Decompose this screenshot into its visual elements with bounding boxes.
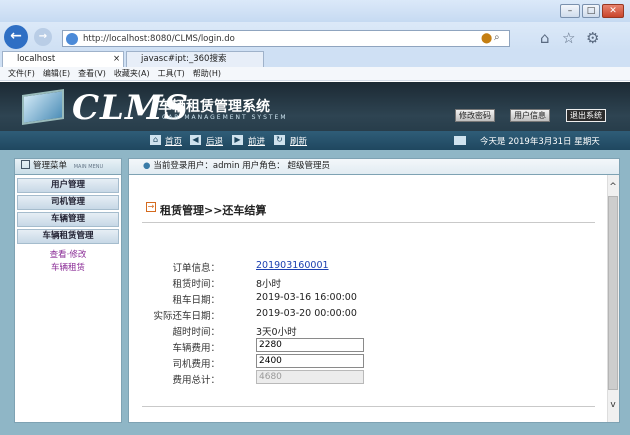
sidebar-title-en: MAIN MENU xyxy=(73,164,104,170)
back-nav-icon: ◀ xyxy=(190,135,201,145)
login-info-text: 当前登录用户：admin 用户角色： 超级管理员 xyxy=(153,161,330,171)
sidebar-item-driver-management[interactable]: 司机管理 xyxy=(17,195,119,210)
tab-close-icon[interactable]: × xyxy=(113,52,120,66)
url-input[interactable]: http://localhost:8080/CLMS/login.do ⬤ ⌕ xyxy=(62,30,510,47)
sidebar-title: 管理菜单 xyxy=(33,161,68,171)
menu-edit[interactable]: 编辑(E) xyxy=(43,69,70,78)
nav-refresh-link[interactable]: 刷新 xyxy=(290,135,307,147)
page-title: 租赁管理>>还车结算 xyxy=(160,204,267,217)
rent-time-value: 8小时 xyxy=(256,279,282,290)
minimize-button[interactable]: – xyxy=(560,4,580,18)
user-icon: ● xyxy=(143,161,151,171)
sidebar-link-view-edit[interactable]: 查看·修改 xyxy=(17,248,119,260)
arrow-box-icon: → xyxy=(146,202,156,212)
menu-favorites[interactable]: 收藏夹(A) xyxy=(114,69,150,78)
car-fee-label: 车辆费用： xyxy=(172,343,220,354)
menu-bar: 文件(F) 编辑(E) 查看(V) 收藏夹(A) 工具(T) 帮助(H) xyxy=(0,67,630,81)
forward-nav-icon: ▶ xyxy=(232,135,243,145)
back-icon[interactable]: ← xyxy=(4,25,28,49)
order-number-link[interactable]: 201903160001 xyxy=(256,260,329,271)
window-titlebar xyxy=(0,0,630,22)
sidebar-header: 管理菜单 MAIN MENU xyxy=(14,158,122,175)
tab-search[interactable]: javasc#ipt:_360搜索 xyxy=(126,51,264,67)
nav-back-link[interactable]: 后退 xyxy=(206,135,223,147)
divider-bottom xyxy=(142,406,595,407)
tab-label: localhost xyxy=(17,54,56,64)
nav-home-link[interactable]: 首页 xyxy=(165,135,182,147)
forward-icon[interactable]: → xyxy=(34,28,52,46)
driver-fee-input[interactable] xyxy=(256,354,364,368)
home-icon[interactable]: ⌂ xyxy=(540,29,550,47)
sidebar-link-car-rental[interactable]: 车辆租赁 xyxy=(17,261,119,273)
close-window-button[interactable]: ✕ xyxy=(602,4,624,18)
system-name: 车辆租赁管理系统 xyxy=(158,99,270,115)
system-name-english: CAR MANAGEMENT SYSTEM xyxy=(162,114,288,121)
rent-time-label: 租赁时间： xyxy=(172,279,220,290)
scroll-down-icon[interactable]: v xyxy=(608,400,618,410)
total-fee-input xyxy=(256,370,364,384)
sidebar-item-user-management[interactable]: 用户管理 xyxy=(17,178,119,193)
logout-button[interactable]: 退出系统 xyxy=(566,109,606,122)
scroll-thumb[interactable] xyxy=(608,196,618,390)
screen-icon xyxy=(454,136,466,145)
tab-localhost[interactable]: localhost × xyxy=(2,51,124,67)
search-icon[interactable]: ⌕ xyxy=(494,32,500,43)
order-label: 订单信息： xyxy=(172,263,220,274)
nav-forward-link[interactable]: 前进 xyxy=(248,135,265,147)
login-info-bar: ● 当前登录用户：admin 用户角色： 超级管理员 xyxy=(128,158,620,175)
driver-fee-label: 司机费用： xyxy=(172,359,220,370)
rent-date-value: 2019-03-16 16:00:00 xyxy=(256,292,357,303)
maximize-button[interactable]: □ xyxy=(582,4,600,18)
ie-page-icon xyxy=(66,33,78,45)
menu-icon xyxy=(21,160,30,169)
return-date-label: 实际还车日期： xyxy=(153,311,220,322)
return-date-value: 2019-03-20 00:00:00 xyxy=(256,308,357,319)
sidebar-item-rental-management[interactable]: 车辆租赁管理 xyxy=(17,229,119,244)
divider xyxy=(142,222,595,223)
menu-file[interactable]: 文件(F) xyxy=(8,69,35,78)
favorites-star-icon[interactable]: ☆ xyxy=(562,29,575,47)
car-fee-input[interactable] xyxy=(256,338,364,352)
overtime-value: 3天0小时 xyxy=(256,327,297,338)
menu-tools[interactable]: 工具(T) xyxy=(158,69,185,78)
compat-icon[interactable]: ⬤ xyxy=(481,33,492,44)
url-text: http://localhost:8080/CLMS/login.do xyxy=(83,34,235,44)
gear-icon[interactable]: ⚙ xyxy=(586,29,599,47)
menu-help[interactable]: 帮助(H) xyxy=(193,69,221,78)
monitor-icon xyxy=(22,89,64,125)
refresh-nav-icon: ↻ xyxy=(274,135,285,145)
change-password-button[interactable]: 修改密码 xyxy=(455,109,495,122)
total-fee-label: 费用总计： xyxy=(172,375,220,386)
home-nav-icon: ⌂ xyxy=(150,135,161,145)
sidebar-item-car-management[interactable]: 车辆管理 xyxy=(17,212,119,227)
rent-date-label: 租车日期： xyxy=(172,295,220,306)
menu-view[interactable]: 查看(V) xyxy=(78,69,106,78)
user-info-button[interactable]: 用户信息 xyxy=(510,109,550,122)
today-date: 今天是 2019年3月31日 星期天 xyxy=(480,137,600,147)
scroll-up-icon[interactable]: ^ xyxy=(608,182,618,192)
tab-label: javasc#ipt:_360搜索 xyxy=(141,54,227,64)
overtime-label: 超时时间： xyxy=(172,327,220,338)
